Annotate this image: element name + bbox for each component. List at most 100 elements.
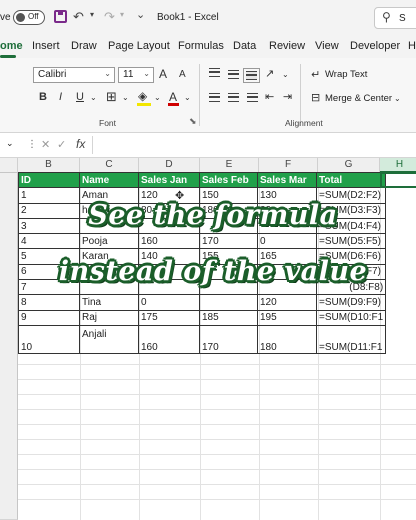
cell[interactable]: 180 (257, 324, 317, 354)
selected-cell[interactable] (380, 172, 416, 188)
fill-color-icon[interactable]: ◈ (138, 89, 147, 103)
customize-toolbar-icon[interactable]: ⌄ (136, 8, 145, 21)
cell[interactable]: Anjali (79, 324, 139, 354)
header-cell-sales-mar[interactable]: Sales Mar (257, 171, 317, 189)
redo-icon[interactable]: ↷ (104, 9, 115, 25)
tab-insert[interactable]: Insert (32, 40, 60, 52)
tab-view[interactable]: View (315, 40, 339, 52)
cell[interactable]: =SUM(D11:F1 (315, 324, 387, 354)
cell[interactable]: 8 (18, 294, 80, 311)
row-headers[interactable] (0, 173, 18, 520)
cell[interactable]: 160 (138, 233, 200, 250)
cell[interactable]: 4 (18, 233, 80, 250)
cell[interactable]: =SUM(D9:F9) (315, 294, 387, 311)
underline-button[interactable]: U (76, 91, 84, 103)
borders-icon[interactable]: ⊞ (106, 89, 117, 105)
cell[interactable]: =SUM(D5:F5) (315, 233, 387, 250)
cell[interactable]: 120 (257, 294, 317, 311)
name-box-dropdown-icon[interactable]: ⌄ (6, 138, 26, 154)
column-header-d[interactable]: D (139, 158, 200, 173)
align-center-icon[interactable] (228, 93, 239, 102)
orientation-icon[interactable]: ↗ (265, 67, 274, 80)
enter-icon[interactable]: ✓ (57, 138, 66, 151)
fill-color-swatch (137, 103, 151, 106)
wrap-text-button[interactable]: Wrap Text (325, 69, 367, 80)
tab-developer[interactable]: Developer (350, 40, 400, 52)
column-header-g[interactable]: G (318, 158, 380, 173)
redo-dropdown-icon[interactable]: ▾ (120, 10, 124, 19)
table-header-row: ID Name Sales Jan Sales Feb Sales Mar To… (18, 171, 387, 189)
font-size-value: 11 (123, 69, 134, 80)
underline-dropdown-icon[interactable]: ⌄ (90, 93, 97, 102)
cell[interactable]: 185 (199, 309, 258, 326)
table-row: 8 Tina 0 120 =SUM(D9:F9) (18, 294, 387, 311)
merge-center-button[interactable]: Merge & Center (325, 93, 392, 104)
font-dialog-launcher-icon[interactable]: ⬊ (189, 116, 197, 127)
ribbon-separator (199, 64, 200, 126)
column-header-e[interactable]: E (200, 158, 259, 173)
cell[interactable]: 170 (199, 233, 258, 250)
merge-center-icon[interactable]: ⊟ (311, 91, 320, 104)
borders-dropdown-icon[interactable]: ⌄ (122, 93, 129, 102)
tab-data[interactable]: Data (233, 40, 256, 52)
cell[interactable]: 0 (257, 233, 317, 250)
tab-page-layout[interactable]: Page Layout (108, 40, 170, 52)
column-header-c[interactable]: C (80, 158, 139, 173)
cell[interactable]: 160 (138, 324, 200, 354)
decrease-indent-icon[interactable]: ⇤ (265, 90, 274, 103)
cell[interactable]: 170 (199, 324, 258, 354)
header-cell-id[interactable]: ID (18, 171, 80, 189)
formula-input[interactable] (92, 136, 416, 154)
merge-dropdown-icon[interactable]: ⌄ (394, 94, 401, 103)
cell[interactable]: 175 (138, 309, 200, 326)
header-cell-name[interactable]: Name (79, 171, 139, 189)
cell[interactable]: Pooja (79, 233, 139, 250)
column-header-f[interactable]: F (259, 158, 318, 173)
save-icon[interactable] (54, 10, 67, 23)
font-color-icon[interactable]: A (169, 90, 177, 104)
undo-dropdown-icon[interactable]: ▾ (90, 10, 94, 19)
cell[interactable]: Raj (79, 309, 139, 326)
tab-review[interactable]: Review (269, 40, 305, 52)
header-cell-sales-feb[interactable]: Sales Feb (199, 171, 258, 189)
cell[interactable] (199, 294, 258, 311)
font-name-select[interactable]: Calibri ⌄ (33, 67, 115, 83)
undo-icon[interactable]: ↶ (73, 9, 84, 25)
tab-home[interactable]: ome (0, 40, 23, 52)
align-middle-icon[interactable] (228, 70, 239, 79)
cell[interactable]: 195 (257, 309, 317, 326)
cell[interactable]: =SUM(D10:F1 (315, 309, 387, 326)
shrink-font-icon[interactable]: A (179, 69, 186, 80)
cell[interactable]: 10 (18, 324, 80, 354)
autosave-toggle[interactable]: Off (13, 10, 45, 25)
font-color-dropdown-icon[interactable]: ⌄ (184, 93, 191, 102)
header-cell-total[interactable]: Total (315, 171, 387, 189)
bold-button[interactable]: B (39, 91, 47, 103)
header-cell-sales-jan[interactable]: Sales Jan (138, 171, 200, 189)
align-top-icon[interactable] (209, 68, 220, 77)
more-options-icon[interactable]: ⋮ (27, 139, 37, 150)
caption-line-1: See the formula (88, 200, 338, 231)
select-all-corner[interactable] (0, 158, 18, 173)
grow-font-icon[interactable]: A (159, 67, 167, 81)
cell[interactable]: 9 (18, 309, 80, 326)
wrap-text-icon[interactable]: ↵ (311, 68, 320, 81)
cell[interactable]: 0 (138, 294, 200, 311)
cell[interactable]: Tina (79, 294, 139, 311)
align-right-icon[interactable] (247, 93, 258, 102)
search-box[interactable]: ⚲ S (374, 7, 416, 29)
fill-color-dropdown-icon[interactable]: ⌄ (154, 93, 161, 102)
italic-button[interactable]: I (59, 91, 62, 103)
tab-formulas[interactable]: Formulas (178, 40, 224, 52)
cancel-icon[interactable]: ✕ (41, 138, 50, 151)
tab-draw[interactable]: Draw (71, 40, 97, 52)
column-header-b[interactable]: B (18, 158, 80, 173)
align-left-icon[interactable] (209, 93, 220, 102)
align-bottom-icon[interactable] (243, 68, 260, 83)
font-size-select[interactable]: 11 ⌄ (118, 67, 154, 83)
column-header-h[interactable]: H (380, 158, 416, 173)
insert-function-button[interactable]: fx (76, 137, 85, 151)
increase-indent-icon[interactable]: ⇥ (283, 90, 292, 103)
tab-help[interactable]: H (408, 40, 416, 52)
orientation-dropdown-icon[interactable]: ⌄ (282, 70, 289, 79)
